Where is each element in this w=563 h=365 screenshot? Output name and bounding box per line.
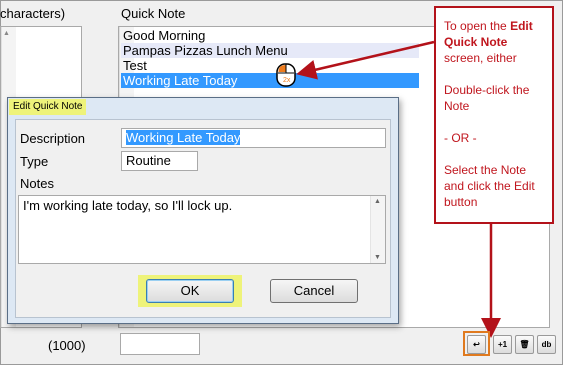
notes-label: Notes xyxy=(20,176,54,191)
notes-scrollbar[interactable]: ▲ ▼ xyxy=(370,196,385,263)
edit-quick-note-dialog: Edit Quick Note Description Working Late… xyxy=(7,97,399,324)
add-one-button[interactable]: +1 xyxy=(493,335,512,354)
char-limit-label: (1000) xyxy=(48,338,86,353)
arrow-to-note xyxy=(296,40,435,80)
cancel-button[interactable]: Cancel xyxy=(270,279,358,303)
delete-button[interactable]: 🗑 xyxy=(515,335,534,354)
edit-icon: ↩ xyxy=(473,340,480,349)
callout-line-4: Select the Note and click the Edit butto… xyxy=(444,163,535,209)
notes-textarea[interactable]: I'm working late today, so I'll lock up.… xyxy=(18,195,386,264)
description-label: Description xyxy=(20,131,86,146)
database-button[interactable]: db xyxy=(537,335,556,354)
plus-one-icon: +1 xyxy=(497,340,508,349)
description-input[interactable]: Working Late Today xyxy=(121,128,386,148)
dialog-title: Edit Quick Note xyxy=(9,99,87,115)
type-field[interactable]: Routine xyxy=(121,151,198,171)
instruction-callout: To open the Edit Quick Note screen, eith… xyxy=(434,6,554,224)
type-label: Type xyxy=(20,154,49,169)
bottom-input[interactable] xyxy=(120,333,200,355)
database-icon: db xyxy=(541,340,552,349)
trash-icon: 🗑 xyxy=(519,340,530,349)
callout-line-1: To open the Edit Quick Note screen, eith… xyxy=(444,19,533,65)
scroll-down-icon[interactable]: ▼ xyxy=(374,254,381,261)
edit-button[interactable]: ↩ xyxy=(467,335,486,354)
ok-button[interactable]: OK xyxy=(146,279,234,303)
dialog-body: Description Working Late Today Type Rout… xyxy=(15,119,391,318)
callout-line-2: Double-click the Note xyxy=(444,83,530,113)
callout-line-3: - OR - xyxy=(444,131,477,145)
scroll-up-icon[interactable]: ▲ xyxy=(374,198,381,205)
